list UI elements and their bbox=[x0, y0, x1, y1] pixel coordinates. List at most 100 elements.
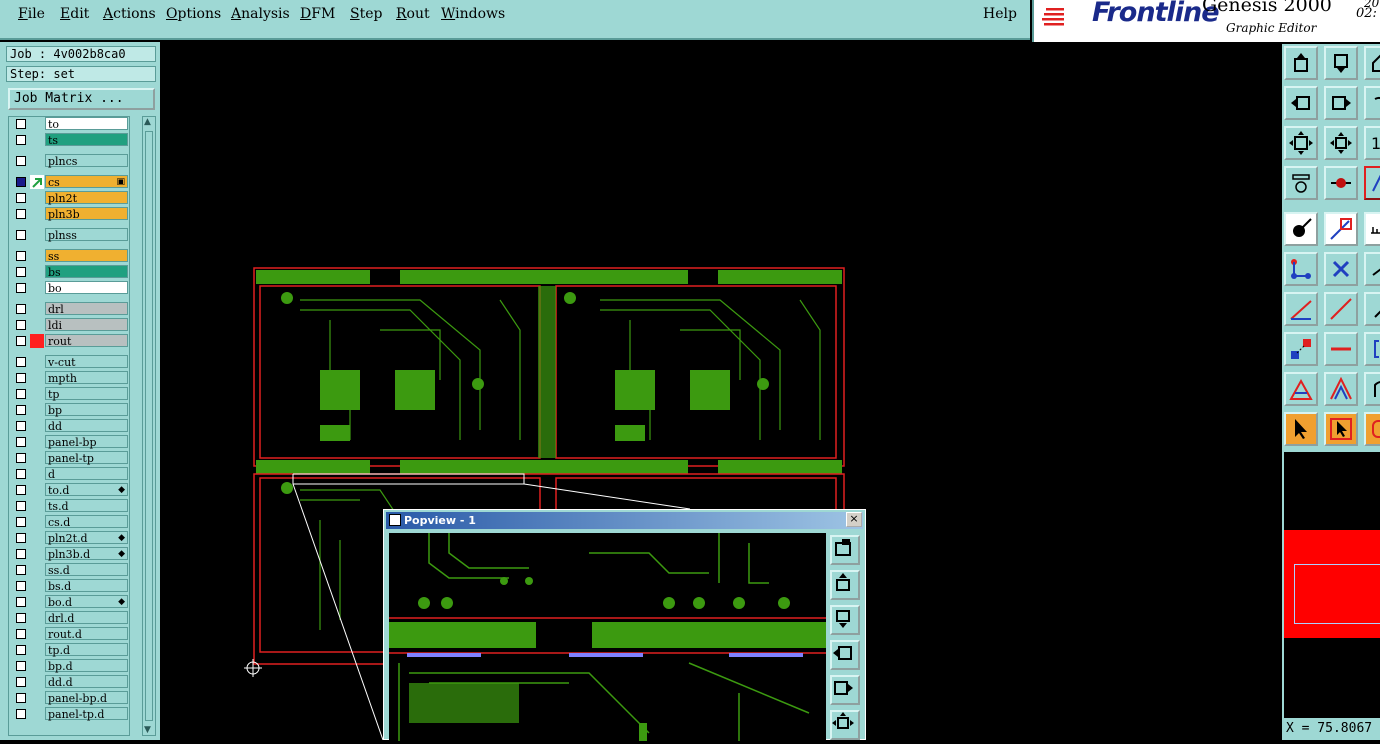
menu-actions[interactable]: Actions bbox=[103, 6, 156, 22]
layer-row-pln2t.d[interactable]: pln2t.d ◆ bbox=[9, 531, 131, 545]
layer-row-rout.d[interactable]: rout.d bbox=[9, 627, 131, 641]
layer-row-tp.d[interactable]: tp.d bbox=[9, 643, 131, 657]
layer-row-drl.d[interactable]: drl.d bbox=[9, 611, 131, 625]
layer-row-cs[interactable]: cs ▣ bbox=[9, 175, 131, 189]
horizontal-line-icon[interactable] bbox=[1324, 332, 1358, 366]
layer-row-bp.d[interactable]: bp.d bbox=[9, 659, 131, 673]
layer-row-pln3b[interactable]: pln3b bbox=[9, 207, 131, 221]
slant-line-icon[interactable] bbox=[1324, 292, 1358, 326]
pan-right-icon[interactable] bbox=[1324, 86, 1358, 120]
popview-zoom-down-icon[interactable] bbox=[830, 605, 860, 635]
layer-checkbox[interactable] bbox=[16, 119, 26, 129]
menu-edit[interactable]: Edit bbox=[60, 6, 89, 22]
layer-checkbox[interactable] bbox=[16, 677, 26, 687]
layer-checkbox[interactable] bbox=[16, 320, 26, 330]
layer-checkbox[interactable] bbox=[16, 693, 26, 703]
overview-viewport[interactable] bbox=[1294, 564, 1380, 624]
layer-row-ts.d[interactable]: ts.d bbox=[9, 499, 131, 513]
layer-row-to[interactable]: to bbox=[9, 117, 131, 131]
layer-checkbox[interactable] bbox=[16, 336, 26, 346]
layer-checkbox[interactable] bbox=[16, 613, 26, 623]
select-box-icon[interactable] bbox=[1324, 412, 1358, 446]
delete-x-icon[interactable] bbox=[1324, 252, 1358, 286]
menu-help[interactable]: Help bbox=[983, 6, 1017, 22]
popview-pan-left-icon[interactable] bbox=[830, 640, 860, 670]
layer-checkbox[interactable] bbox=[16, 533, 26, 543]
layer-checkbox[interactable] bbox=[16, 177, 26, 187]
layer-checkbox[interactable] bbox=[16, 437, 26, 447]
layer-list-scrollbar[interactable]: ▲ ▼ bbox=[142, 116, 156, 736]
popview-titlebar[interactable]: Popview - 1 bbox=[386, 512, 863, 529]
layer-row-drl[interactable]: drl bbox=[9, 302, 131, 316]
popview-canvas[interactable] bbox=[389, 533, 826, 741]
layer-checkbox[interactable] bbox=[16, 357, 26, 367]
layer-row-bo.d[interactable]: bo.d ◆ bbox=[9, 595, 131, 609]
layer-row-d[interactable]: d bbox=[9, 467, 131, 481]
scroll-thumb[interactable] bbox=[145, 131, 153, 721]
popview-zoom-in-icon[interactable] bbox=[830, 535, 860, 565]
layer-checkbox[interactable] bbox=[16, 565, 26, 575]
layer-row-dd[interactable]: dd bbox=[9, 419, 131, 433]
layer-checkbox[interactable] bbox=[16, 251, 26, 261]
layer-row-panel-tp.d[interactable]: panel-tp.d bbox=[9, 707, 131, 721]
zoom-fit-icon[interactable] bbox=[1284, 126, 1318, 160]
peak-icon[interactable] bbox=[1324, 372, 1358, 406]
layer-checkbox[interactable] bbox=[16, 230, 26, 240]
layer-row-bo[interactable]: bo bbox=[9, 281, 131, 295]
menu-analysis[interactable]: Analysis bbox=[231, 6, 290, 22]
layer-checkbox[interactable] bbox=[16, 135, 26, 145]
layer-row-plncs[interactable]: plncs bbox=[9, 154, 131, 168]
layer-checkbox[interactable] bbox=[16, 581, 26, 591]
popview-fit-icon[interactable] bbox=[830, 710, 860, 740]
select-arrow-icon[interactable] bbox=[1284, 412, 1318, 446]
layer-checkbox[interactable] bbox=[16, 304, 26, 314]
layer-checkbox[interactable] bbox=[16, 389, 26, 399]
layer-row-pln3b.d[interactable]: pln3b.d ◆ bbox=[9, 547, 131, 561]
layer-checkbox[interactable] bbox=[16, 453, 26, 463]
triangle-icon[interactable] bbox=[1284, 372, 1318, 406]
pan-left-icon[interactable] bbox=[1284, 86, 1318, 120]
layer-row-pln2t[interactable]: pln2t bbox=[9, 191, 131, 205]
ruler-icon[interactable] bbox=[1364, 212, 1380, 246]
arc-icon[interactable] bbox=[1364, 372, 1380, 406]
layer-checkbox[interactable] bbox=[16, 597, 26, 607]
menu-windows[interactable]: Windows bbox=[441, 6, 505, 22]
layer-checkbox[interactable] bbox=[16, 209, 26, 219]
job-matrix-button[interactable]: Job Matrix ... bbox=[8, 88, 155, 110]
layer-row-panel-bp[interactable]: panel-bp bbox=[9, 435, 131, 449]
layer-checkbox[interactable] bbox=[16, 661, 26, 671]
zoom-down-icon[interactable] bbox=[1324, 46, 1358, 80]
close-icon[interactable]: × bbox=[846, 512, 862, 527]
layer-checkbox[interactable] bbox=[16, 517, 26, 527]
zoom-up-icon[interactable] bbox=[1284, 46, 1318, 80]
line-end-icon[interactable] bbox=[1364, 292, 1380, 326]
connect-nodes-icon[interactable] bbox=[1284, 252, 1318, 286]
popview-zoom-up-icon[interactable] bbox=[830, 570, 860, 600]
layer-row-ldi[interactable]: ldi bbox=[9, 318, 131, 332]
popview-pan-right-icon[interactable] bbox=[830, 675, 860, 705]
measure-tools-icon[interactable] bbox=[1284, 166, 1318, 200]
bracket-icon[interactable] bbox=[1364, 332, 1380, 366]
layer-row-bs.d[interactable]: bs.d bbox=[9, 579, 131, 593]
zoom-center-icon[interactable] bbox=[1324, 126, 1358, 160]
layer-row-bp[interactable]: bp bbox=[9, 403, 131, 417]
layer-row-plnss[interactable]: plnss bbox=[9, 228, 131, 242]
layer-row-dd.d[interactable]: dd.d bbox=[9, 675, 131, 689]
layer-row-bs[interactable]: bs bbox=[9, 265, 131, 279]
layer-row-ss[interactable]: ss bbox=[9, 249, 131, 263]
layer-checkbox[interactable] bbox=[16, 469, 26, 479]
layer-checkbox[interactable] bbox=[16, 373, 26, 383]
layer-checkbox[interactable] bbox=[16, 645, 26, 655]
angle-line-icon[interactable] bbox=[1284, 292, 1318, 326]
home-icon[interactable] bbox=[1364, 46, 1380, 80]
select-lasso-icon[interactable] bbox=[1364, 412, 1380, 446]
layer-checkbox[interactable] bbox=[16, 283, 26, 293]
zoom-one-icon[interactable]: 1 bbox=[1364, 126, 1380, 160]
layer-checkbox[interactable] bbox=[16, 709, 26, 719]
layer-row-panel-tp[interactable]: panel-tp bbox=[9, 451, 131, 465]
edit-shape-icon[interactable] bbox=[1324, 212, 1358, 246]
menu-file[interactable]: File bbox=[18, 6, 45, 22]
pad-icon[interactable] bbox=[1324, 166, 1358, 200]
menu-step[interactable]: Step bbox=[350, 6, 382, 22]
layer-checkbox[interactable] bbox=[16, 485, 26, 495]
